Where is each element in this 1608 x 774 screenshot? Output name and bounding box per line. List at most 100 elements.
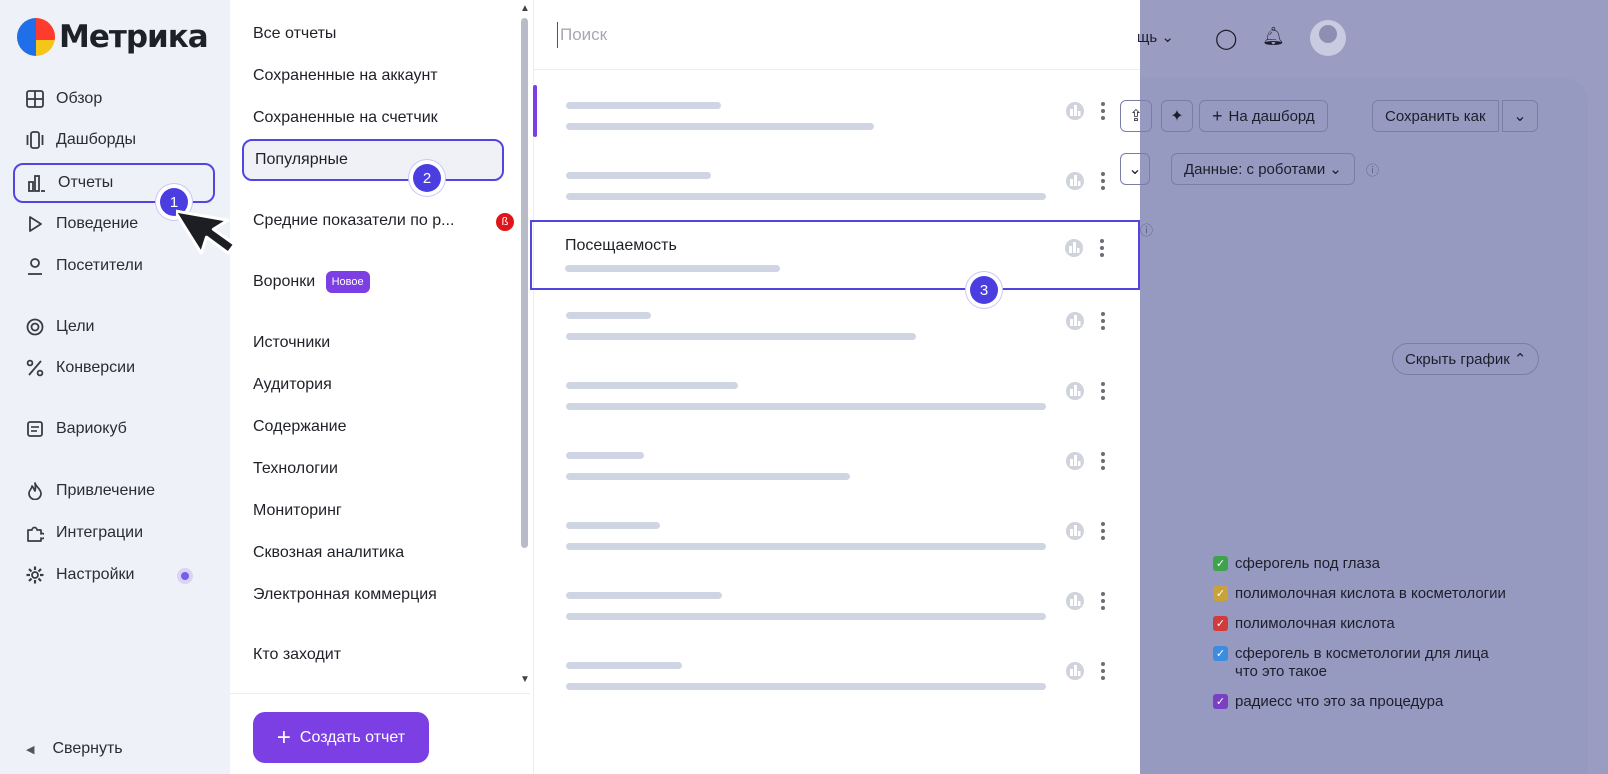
data-filter-label: Данные: с роботами (1184, 160, 1326, 178)
scrollbar-thumb[interactable] (521, 18, 528, 548)
more-options-icon[interactable] (1101, 450, 1107, 472)
category-funnels[interactable]: Воронки Новое (253, 271, 370, 293)
category-saved-counter[interactable]: Сохраненные на счетчик (253, 109, 438, 127)
divider (230, 693, 530, 694)
category-saved-account[interactable]: Сохраненные на аккаунт (253, 67, 438, 85)
chart-type-icon[interactable] (1064, 590, 1086, 612)
chart-type-icon[interactable] (1064, 170, 1086, 192)
legend-item[interactable]: ✓ сферогель в косметологии для лица что … (1213, 645, 1513, 681)
create-report-button[interactable]: + Создать отчет (253, 712, 429, 763)
categories-scrollbar[interactable]: ▲ ▼ (519, 0, 531, 690)
save-as-button[interactable]: Сохранить как (1372, 100, 1499, 132)
chevron-down-icon: ⌄ (1329, 161, 1342, 178)
legend-item[interactable]: ✓ радиесс что это за процедура (1213, 693, 1513, 711)
category-audience[interactable]: Аудитория (253, 376, 332, 394)
chart-type-icon[interactable] (1064, 450, 1086, 472)
triangle-left-icon: ◀ (26, 743, 35, 756)
skeleton-line (566, 193, 1046, 200)
sidebar-item-overview[interactable]: Обзор (13, 79, 215, 119)
more-options-icon[interactable] (1100, 237, 1106, 259)
collapse-button[interactable]: ◀ Свернуть (26, 740, 123, 758)
chart-type-icon[interactable] (1064, 660, 1086, 682)
report-row-visits[interactable]: Посещаемость (530, 220, 1140, 290)
checkbox[interactable]: ✓ (1213, 616, 1228, 631)
sidebar-item-settings[interactable]: Настройки (13, 555, 215, 595)
category-who-visits[interactable]: Кто заходит (253, 646, 341, 664)
mouse-cursor-icon (173, 196, 237, 273)
category-sources[interactable]: Источники (253, 334, 330, 352)
help-icon[interactable]: ⓘ (1366, 160, 1379, 179)
category-all-reports[interactable]: Все отчеты (253, 25, 336, 43)
category-label: Средние показатели по р... (253, 212, 455, 229)
sidebar-item-label: Отчеты (58, 174, 114, 191)
checkbox[interactable]: ✓ (1213, 556, 1228, 571)
data-filter-dropdown[interactable]: Данные: с роботами ⌄ (1171, 153, 1355, 185)
chat-icon[interactable]: ◯ (1215, 26, 1237, 51)
legend-item[interactable]: ✓ полимолочная кислота в косметологии (1213, 585, 1513, 603)
chart-type-icon[interactable] (1064, 520, 1086, 542)
more-options-icon[interactable] (1101, 520, 1107, 542)
create-report-label: Создать отчет (299, 728, 406, 746)
more-options-icon[interactable] (1101, 660, 1107, 682)
more-options-icon[interactable] (1101, 100, 1107, 122)
report-row[interactable] (533, 85, 1140, 155)
chevron-down-icon[interactable]: ⌄ (1502, 100, 1538, 132)
chart-type-icon[interactable] (1064, 380, 1086, 402)
chart-type-icon[interactable] (1064, 310, 1086, 332)
checkbox[interactable]: ✓ (1213, 586, 1228, 601)
help-icon[interactable]: ⓘ (1140, 220, 1153, 239)
report-row[interactable] (533, 365, 1140, 435)
avatar[interactable] (1310, 20, 1346, 56)
more-options-icon[interactable] (1101, 380, 1107, 402)
report-categories-panel: Все отчеты Сохраненные на аккаунт Сохран… (230, 0, 532, 774)
sidebar-item-goals[interactable]: Цели (13, 307, 215, 347)
more-options-icon[interactable] (1101, 170, 1107, 192)
category-average-metrics[interactable]: Средние показатели по р... ß (253, 212, 523, 231)
hide-chart-button[interactable]: Скрыть график ⌃ (1392, 343, 1540, 375)
sidebar-item-dashboards[interactable]: Дашборды (13, 120, 215, 160)
category-technologies[interactable]: Технологии (253, 460, 338, 478)
category-popular[interactable]: Популярные (242, 139, 504, 181)
metrika-logo[interactable]: Метрика (17, 18, 209, 56)
more-options-icon[interactable] (1101, 590, 1107, 612)
bar-chart-icon (27, 173, 47, 193)
grid-icon (25, 89, 45, 109)
sidebar-item-label: Обзор (56, 90, 103, 107)
checkbox[interactable]: ✓ (1213, 694, 1228, 709)
dot (1101, 536, 1105, 540)
category-end-to-end-analytics[interactable]: Сквозная аналитика (253, 544, 404, 562)
report-row[interactable] (533, 155, 1140, 225)
checkbox[interactable]: ✓ (1213, 646, 1228, 661)
skeleton-line (566, 613, 1046, 620)
percent-icon (25, 358, 45, 378)
category-content[interactable]: Содержание (253, 418, 347, 436)
category-monitoring[interactable]: Мониторинг (253, 502, 342, 520)
bell-icon[interactable]: 🔔︎ (1262, 26, 1285, 47)
chart-type-icon[interactable] (1064, 100, 1086, 122)
legend-item[interactable]: ✓ полимолочная кислота (1213, 615, 1513, 633)
skeleton-line (566, 452, 644, 459)
export-icon[interactable]: ⇪ (1120, 100, 1152, 132)
sidebar-item-integrations[interactable]: Интеграции (13, 513, 215, 553)
more-options-icon[interactable] (1101, 310, 1107, 332)
legend-label: сферогель в косметологии для лица что эт… (1235, 645, 1489, 680)
sidebar-item-acquisition[interactable]: Привлечение (13, 471, 215, 511)
dot (1101, 312, 1105, 316)
scroll-down-icon[interactable]: ▼ (520, 674, 530, 685)
sidebar-item-variocube[interactable]: Вариокуб (13, 409, 215, 449)
legend-item[interactable]: ✓ сферогель под глаза (1213, 555, 1513, 573)
report-row[interactable] (533, 435, 1140, 505)
report-row[interactable] (533, 505, 1140, 575)
step-marker-3: 3 (966, 272, 1002, 308)
chart-type-icon[interactable] (1063, 237, 1085, 259)
sidebar-item-conversions[interactable]: Конверсии (13, 348, 215, 388)
report-row[interactable] (533, 645, 1140, 715)
category-ecommerce[interactable]: Электронная коммерция (253, 586, 437, 604)
search-input[interactable] (557, 22, 957, 48)
scroll-up-icon[interactable]: ▲ (520, 3, 530, 14)
add-to-dashboard-button[interactable]: + На дашборд (1199, 100, 1328, 132)
report-row[interactable] (533, 295, 1140, 365)
ai-assistant-icon[interactable]: ✦ (1161, 100, 1193, 132)
chevron-down-icon[interactable]: ⌄ (1120, 153, 1150, 185)
report-row[interactable] (533, 575, 1140, 645)
